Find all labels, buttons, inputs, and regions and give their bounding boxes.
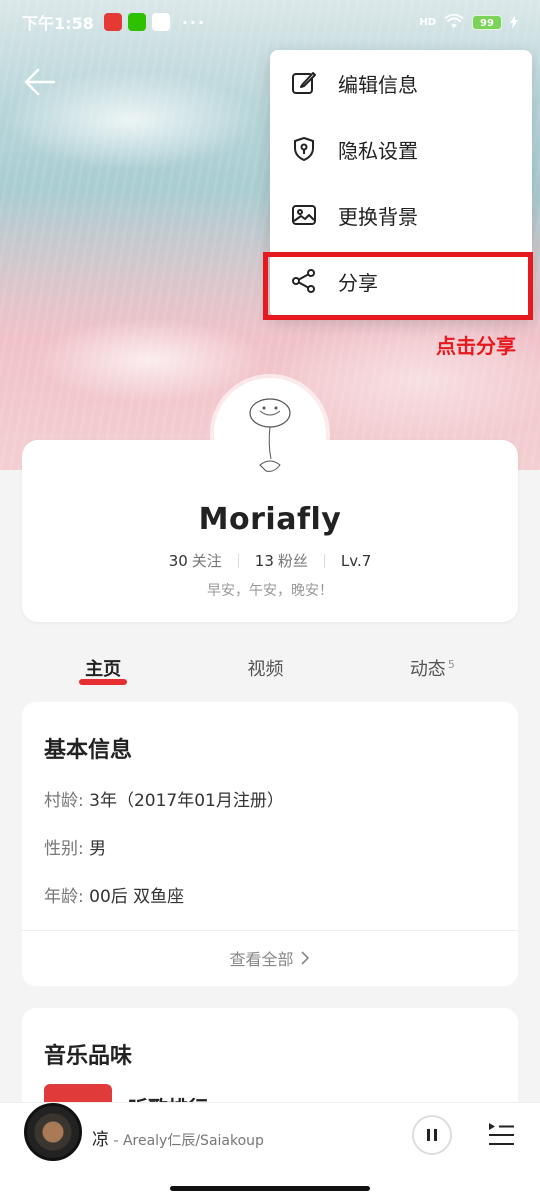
netease-music-app-icon: [103, 13, 122, 31]
tab-activity[interactable]: 动态 5: [404, 655, 461, 681]
profile-tabs: 主页 视频 动态 5: [22, 650, 518, 686]
basic-info-card: 基本信息 村龄: 3年（2017年01月注册） 性别: 男 年龄: 00后 双鱼…: [22, 702, 518, 986]
level-badge[interactable]: Lv.7: [325, 552, 387, 570]
annotation-click-share: 点击分享: [436, 334, 516, 358]
tab-label: 视频: [247, 659, 284, 680]
info-row-gender: 性别: 男: [44, 834, 106, 859]
profile-stats: 30 关注 13 粉丝 Lv.7: [22, 550, 518, 571]
profile-signature: 早安，午安，晚安！: [207, 583, 333, 599]
home-indicator[interactable]: [170, 1186, 370, 1191]
menu-item-label: 隐私设置: [338, 138, 418, 163]
song-artist: Arealy仁辰/Saiakoup: [122, 1133, 264, 1149]
info-row-account-age: 村龄: 3年（2017年01月注册）: [44, 786, 284, 811]
status-time: 下午1:58: [22, 14, 94, 33]
back-button[interactable]: [22, 64, 58, 100]
more-notifications-icon: ···: [181, 12, 207, 32]
info-value: 00后 双鱼座: [89, 887, 185, 907]
more-options-menu: 编辑信息 隐私设置 更换背景 分享: [270, 50, 532, 318]
tab-label: 主页: [85, 659, 122, 680]
profile-name: Moriafly: [198, 502, 342, 537]
menu-item-privacy[interactable]: 隐私设置: [270, 116, 532, 182]
playlist-button[interactable]: [486, 1119, 516, 1149]
info-row-age: 年龄: 00后 双鱼座: [44, 882, 184, 907]
music-taste-title: 音乐品味: [44, 1044, 133, 1069]
menu-item-change-background[interactable]: 更换背景: [270, 182, 532, 248]
menu-item-edit-info[interactable]: 编辑信息: [270, 50, 532, 116]
tab-label: 动态: [409, 659, 446, 680]
follows-label: 关注: [191, 552, 222, 570]
menu-item-share[interactable]: 分享: [270, 248, 532, 314]
info-key: 村龄:: [44, 791, 84, 811]
song-separator: -: [109, 1133, 123, 1149]
basic-info-title: 基本信息: [44, 738, 133, 763]
follows-stat[interactable]: 30 关注: [153, 550, 238, 571]
pause-icon: [427, 1129, 437, 1141]
fans-label: 粉丝: [277, 552, 308, 570]
shield-icon: [294, 137, 314, 161]
info-value: 3年（2017年01月注册）: [89, 791, 284, 811]
image-icon: [292, 205, 316, 225]
wechat-app-icon: [127, 13, 146, 31]
avatar-sketch-image: [249, 398, 291, 472]
pause-button[interactable]: [412, 1115, 452, 1155]
battery-indicator: 99: [472, 14, 502, 30]
follows-count: 30: [168, 552, 188, 570]
playlist-icon: [489, 1123, 514, 1145]
wifi-icon: [444, 14, 464, 28]
qq-app-icon: [151, 13, 170, 31]
song-title: 凉: [92, 1130, 109, 1150]
chevron-right-icon: [300, 951, 309, 965]
tab-videos[interactable]: 视频: [241, 655, 289, 681]
info-key: 性别:: [44, 839, 84, 859]
status-indicators: HD 99: [419, 14, 518, 30]
see-all-button[interactable]: 查看全部: [22, 946, 518, 970]
hd-network-label: HD: [419, 16, 436, 28]
avatar[interactable]: [214, 378, 326, 490]
card-divider: [22, 930, 518, 931]
edit-icon: [292, 72, 316, 94]
menu-item-label: 更换背景: [338, 204, 418, 229]
info-key: 年龄:: [44, 887, 84, 907]
share-icon: [292, 269, 315, 293]
arrow-left-icon: [24, 68, 56, 96]
tab-badge: 5: [447, 658, 455, 671]
fans-count: 13: [254, 552, 274, 570]
info-value: 男: [89, 839, 107, 859]
fans-stat[interactable]: 13 粉丝: [239, 550, 324, 571]
album-disc[interactable]: [24, 1103, 82, 1161]
menu-item-label: 编辑信息: [338, 72, 418, 97]
menu-item-label: 分享: [338, 270, 378, 295]
tab-home[interactable]: 主页: [79, 655, 128, 685]
charging-icon: [510, 15, 518, 29]
now-playing-text[interactable]: 凉 - Arealy仁辰/Saiakoup: [92, 1125, 264, 1150]
see-all-label: 查看全部: [229, 950, 294, 969]
status-bar: 下午1:58 ··· HD 99: [0, 0, 540, 44]
